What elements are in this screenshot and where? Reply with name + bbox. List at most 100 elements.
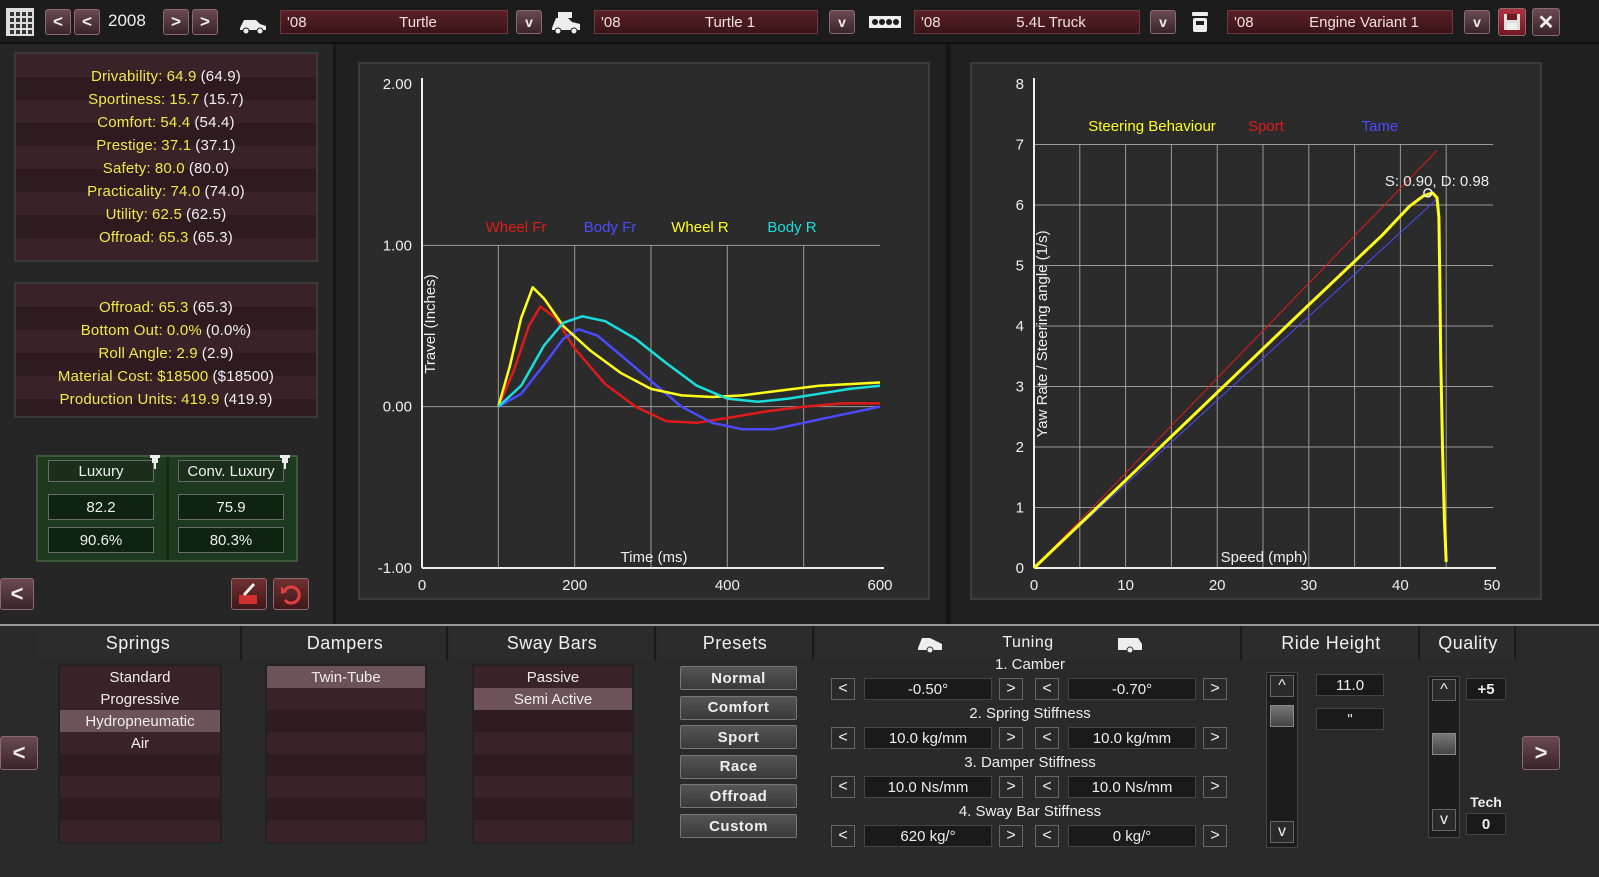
list-item[interactable]: Hydropneumatic: [60, 710, 220, 732]
y-tick-label: 1.00: [383, 237, 412, 254]
tuning-rear-increase-button[interactable]: >: [1203, 825, 1227, 847]
tuning-front-value: 10.0 kg/mm: [864, 727, 992, 749]
y-tick-label: 2.00: [383, 76, 412, 93]
tuning-rear-increase-button[interactable]: >: [1203, 678, 1227, 700]
bottom-panel: Springs Dampers Sway Bars Presets Tuning…: [0, 624, 1599, 877]
stat-previous-value: (419.9): [223, 391, 273, 408]
list-item[interactable]: Semi Active: [474, 688, 632, 710]
stat-row: Offroad: 65.3 (65.3): [16, 226, 316, 249]
stat-label: Offroad:: [99, 299, 155, 316]
stat-value: 54.4: [160, 114, 191, 131]
tuning-rear-increase-button[interactable]: >: [1203, 727, 1227, 749]
pin-icon[interactable]: [148, 454, 162, 469]
y-tick-label: 6: [1016, 197, 1024, 214]
tuning-rear-decrease-button[interactable]: <: [1035, 825, 1059, 847]
car-trim-icon: [552, 12, 580, 35]
model-dropdown-button[interactable]: v: [516, 10, 542, 34]
bottom-next-button[interactable]: >: [1522, 736, 1560, 770]
pin-icon[interactable]: [278, 454, 292, 469]
variant-dropdown-button[interactable]: v: [1464, 10, 1490, 34]
ride-height-slider[interactable]: ^ v: [1266, 672, 1298, 848]
quality-down-button[interactable]: v: [1432, 809, 1456, 831]
legend-entry: Body Fr: [584, 219, 637, 236]
tools-icon[interactable]: [231, 578, 267, 610]
tuning-front-increase-button[interactable]: >: [999, 825, 1023, 847]
variant-select[interactable]: '08 Engine Variant 1: [1227, 10, 1453, 34]
close-icon[interactable]: ✕: [1532, 8, 1560, 36]
stat-value: 74.0: [170, 183, 201, 200]
suspension-travel-chart: 0 200 400 600 2.00 1.00 0.00 -1.00 Time (ms) Trav…: [358, 62, 930, 600]
ride-height-unit: ": [1316, 708, 1384, 730]
preset-button-normal[interactable]: Normal: [680, 666, 797, 690]
legend-entry: Sport: [1248, 118, 1285, 135]
trim-dropdown-button[interactable]: v: [829, 10, 855, 34]
tuning-front-increase-button[interactable]: >: [999, 776, 1023, 798]
year-prev-fast-button[interactable]: <: [45, 9, 71, 35]
undo-icon[interactable]: [273, 578, 309, 610]
x-tick-label: 40: [1392, 577, 1409, 594]
list-item[interactable]: Twin-Tube: [267, 666, 425, 688]
demographic-name[interactable]: Luxury: [48, 460, 154, 482]
chart-annotation: S: 0.90, D: 0.98: [1385, 173, 1489, 190]
x-tick-label: 600: [867, 577, 892, 594]
suspension-travel-chart-svg: 0 200 400 600 2.00 1.00 0.00 -1.00 Time (ms) Trav…: [378, 76, 893, 594]
list-item[interactable]: Standard: [60, 666, 220, 688]
stat-value: 65.3: [158, 229, 189, 246]
list-empty-row: [267, 776, 425, 798]
tuning-rear-decrease-button[interactable]: <: [1035, 678, 1059, 700]
tuning-front-decrease-button[interactable]: <: [831, 825, 855, 847]
ride-height-handle[interactable]: [1270, 705, 1294, 727]
year-prev-button[interactable]: <: [74, 9, 100, 35]
tuning-front-increase-button[interactable]: >: [999, 727, 1023, 749]
list-item[interactable]: Progressive: [60, 688, 220, 710]
tech-label: Tech: [1470, 794, 1502, 810]
stat-row: Comfort: 54.4 (54.4): [16, 111, 316, 134]
year-next-fast-button[interactable]: >: [192, 9, 218, 35]
tuning-front-value: 10.0 Ns/mm: [864, 776, 992, 798]
stat-previous-value: (80.0): [188, 160, 230, 177]
stat-label: Roll Angle:: [98, 345, 173, 362]
quality-up-button[interactable]: ^: [1432, 679, 1456, 701]
engine-select[interactable]: '08 5.4L Truck: [914, 10, 1140, 34]
left-panel-back-button[interactable]: <: [0, 578, 34, 610]
preset-button-sport[interactable]: Sport: [680, 725, 797, 750]
tuning-rear-decrease-button[interactable]: <: [1035, 727, 1059, 749]
preset-button-offroad[interactable]: Offroad: [680, 784, 797, 809]
tuning-front-decrease-button[interactable]: <: [831, 678, 855, 700]
x-axis-label: Speed (mph): [1221, 549, 1308, 566]
demographic-name[interactable]: Conv. Luxury: [178, 460, 284, 482]
series-line-tame: [1033, 198, 1438, 569]
preset-button-comfort[interactable]: Comfort: [680, 695, 797, 720]
stat-label: Utility:: [105, 206, 149, 223]
list-item[interactable]: Air: [60, 732, 220, 754]
top-bar: < < 2008 > > '08 Turtle v '08 Turtle 1 v '…: [0, 0, 1599, 44]
preset-button-race[interactable]: Race: [680, 754, 797, 779]
ride-height-up-button[interactable]: ^: [1270, 675, 1294, 697]
bottom-prev-button[interactable]: <: [0, 736, 38, 770]
tuning-front-decrease-button[interactable]: <: [831, 727, 855, 749]
tuning-rear-increase-button[interactable]: >: [1203, 776, 1227, 798]
preset-button-custom[interactable]: Custom: [680, 814, 797, 838]
tuning-rear-decrease-button[interactable]: <: [1035, 776, 1059, 798]
tuning-rear-value: 10.0 kg/mm: [1068, 727, 1196, 749]
x-tick-label: 50: [1484, 577, 1501, 594]
trim-select[interactable]: '08 Turtle 1: [594, 10, 818, 34]
tuning-front-decrease-button[interactable]: <: [831, 776, 855, 798]
calendar-icon[interactable]: [6, 8, 34, 36]
model-select[interactable]: '08 Turtle: [280, 10, 508, 34]
x-tick-label: 30: [1300, 577, 1317, 594]
quality-handle[interactable]: [1432, 733, 1456, 755]
save-icon[interactable]: [1498, 8, 1526, 36]
year-next-button[interactable]: >: [163, 9, 189, 35]
dampers-list: Twin-Tube: [265, 664, 427, 844]
engine-dropdown-button[interactable]: v: [1150, 10, 1176, 34]
stat-value: 64.9: [166, 68, 197, 85]
list-item[interactable]: Passive: [474, 666, 632, 688]
stat-value: 2.9: [176, 345, 198, 362]
x-axis-label: Time (ms): [621, 549, 688, 566]
ride-height-down-button[interactable]: v: [1270, 821, 1294, 843]
tuning-front-increase-button[interactable]: >: [999, 678, 1023, 700]
quality-slider[interactable]: ^ v: [1428, 676, 1460, 838]
stat-row: Utility: 62.5 (62.5): [16, 203, 316, 226]
stat-previous-value: ($18500): [212, 368, 275, 385]
